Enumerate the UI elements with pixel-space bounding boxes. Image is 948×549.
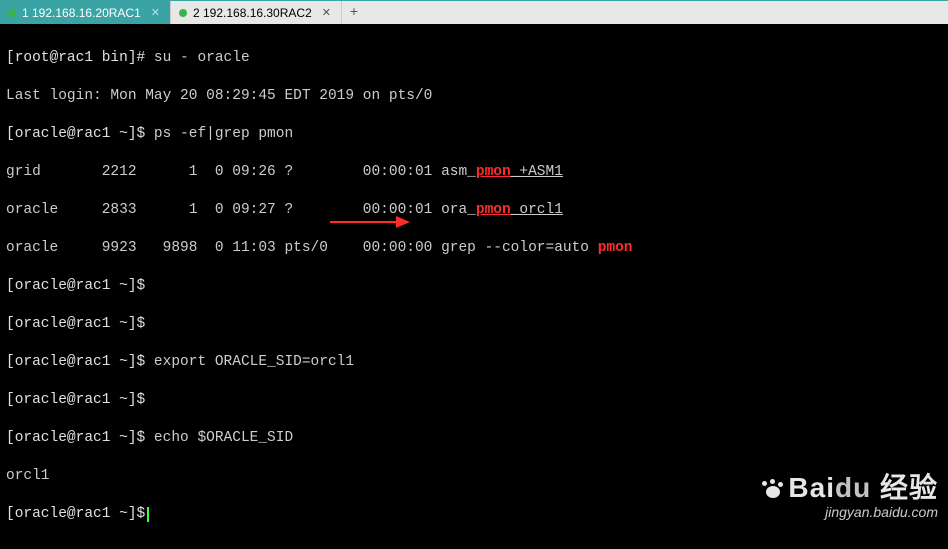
watermark-brand: Baidu 经验 [762,466,938,506]
prompt: [oracle@rac1 ~]$ [6,278,145,294]
terminal-line: oracle 9923 9898 0 11:03 pts/0 00:00:00 … [6,239,942,258]
highlight-pmon: pmon [476,202,511,218]
terminal-line: [oracle@rac1 ~]$ ps -ef|grep pmon [6,125,942,144]
tab-rac2[interactable]: 2 192.168.16.30RAC2 ✕ [171,1,342,24]
process-text: oracle 2833 1 0 09:27 ? 00:00:01 ora_ [6,202,476,218]
tab-label: 2 192.168.16.30RAC2 [193,6,312,20]
watermark-text: Bai [788,472,835,503]
terminal-line: [oracle@rac1 ~]$ [6,277,942,296]
terminal-line: [root@rac1 bin]# su - oracle [6,49,942,68]
watermark: Baidu 经验 jingyan.baidu.com [762,466,938,520]
prompt: [oracle@rac1 ~]$ [6,392,145,408]
prompt: [root@rac1 bin]# [6,50,145,66]
paw-icon [762,480,784,498]
status-dot-icon [8,9,16,17]
command-text: su - oracle [145,50,249,66]
process-text: _orcl1 [511,202,563,218]
prompt: [oracle@rac1 ~]$ [6,430,145,446]
highlight-pmon: pmon [476,164,511,180]
terminal-line: oracle 2833 1 0 09:27 ? 00:00:01 ora_pmo… [6,201,942,220]
prompt: [oracle@rac1 ~]$ [6,506,145,522]
tab-bar: 1 192.168.16.20RAC1 ✕ 2 192.168.16.30RAC… [0,0,948,24]
watermark-url: jingyan.baidu.com [762,504,938,520]
tab-rac1[interactable]: 1 192.168.16.20RAC1 ✕ [0,1,171,24]
status-dot-icon [179,9,187,17]
terminal-line: [oracle@rac1 ~]$ [6,391,942,410]
terminal-line: [oracle@rac1 ~]$ echo $ORACLE_SID [6,429,942,448]
highlight-pmon: pmon [598,240,633,256]
prompt: [oracle@rac1 ~]$ [6,126,145,142]
prompt: [oracle@rac1 ~]$ [6,354,145,370]
terminal-line: [oracle@rac1 ~]$ export ORACLE_SID=orcl1 [6,353,942,372]
process-text: oracle 9923 9898 0 11:03 pts/0 00:00:00 … [6,240,598,256]
watermark-text: du [835,472,871,503]
add-tab-button[interactable]: + [342,1,366,24]
cursor [147,507,149,522]
close-icon[interactable]: ✕ [320,6,333,19]
terminal-line: Last login: Mon May 20 08:29:45 EDT 2019… [6,87,942,106]
process-text: _+ASM1 [511,164,563,180]
command-text: ps -ef|grep pmon [145,126,293,142]
close-icon[interactable]: ✕ [149,6,162,19]
tab-label: 1 192.168.16.20RAC1 [22,6,141,20]
terminal-line: grid 2212 1 0 09:26 ? 00:00:01 asm_pmon_… [6,163,942,182]
watermark-text: 经验 [880,472,938,503]
terminal-line: [oracle@rac1 ~]$ [6,315,942,334]
command-text: echo $ORACLE_SID [145,430,293,446]
prompt: [oracle@rac1 ~]$ [6,316,145,332]
command-text: export ORACLE_SID=orcl1 [145,354,354,370]
process-text: grid 2212 1 0 09:26 ? 00:00:01 asm_ [6,164,476,180]
